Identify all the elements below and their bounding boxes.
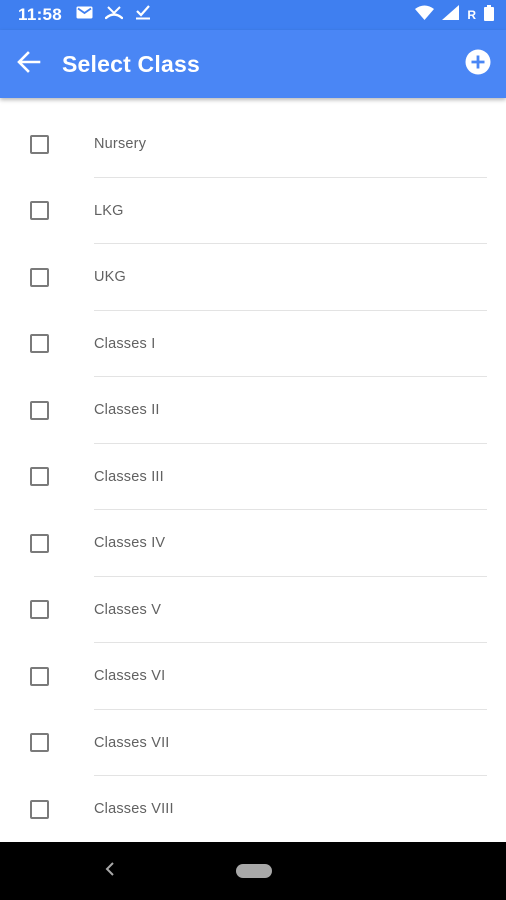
list-item[interactable]: Classes V bbox=[0, 577, 506, 643]
class-label: Classes II bbox=[94, 402, 160, 419]
list-item[interactable]: Nursery bbox=[0, 111, 506, 178]
class-checkbox[interactable] bbox=[30, 533, 49, 553]
signal-icon bbox=[442, 5, 460, 25]
class-label: Nursery bbox=[94, 136, 147, 153]
class-checkbox[interactable] bbox=[30, 134, 49, 154]
app-bar: Select Class bbox=[0, 30, 506, 98]
list-item[interactable]: Classes IV bbox=[0, 510, 506, 577]
class-label: UKG bbox=[94, 269, 127, 286]
class-label: Classes VIII bbox=[94, 801, 174, 818]
class-checkbox[interactable] bbox=[30, 733, 49, 753]
class-checkbox[interactable] bbox=[30, 334, 49, 354]
class-label: Classes III bbox=[94, 468, 164, 485]
arrow-back-icon bbox=[17, 50, 41, 78]
system-nav-bar bbox=[0, 842, 506, 900]
list-item[interactable]: Classes VI bbox=[0, 643, 506, 710]
class-list: Nursery LKG UKG Classes I Classes II Cla… bbox=[0, 98, 506, 842]
list-item[interactable]: LKG bbox=[0, 178, 506, 244]
class-checkbox[interactable] bbox=[30, 600, 49, 620]
class-checkbox[interactable] bbox=[30, 267, 49, 287]
class-checkbox[interactable] bbox=[30, 467, 49, 487]
class-label: LKG bbox=[94, 202, 124, 219]
class-label: Classes VII bbox=[94, 734, 170, 751]
download-done-icon bbox=[135, 5, 151, 25]
status-bar: 11:58 R bbox=[0, 0, 506, 30]
nav-home-pill-icon[interactable] bbox=[236, 864, 272, 878]
nav-back-chevron-icon bbox=[105, 861, 115, 881]
list-item[interactable]: Classes III bbox=[0, 444, 506, 510]
back-button[interactable] bbox=[4, 36, 54, 92]
status-time: 11:58 bbox=[18, 5, 63, 24]
notification-icons bbox=[76, 5, 151, 25]
list-item[interactable]: Classes VII bbox=[0, 710, 506, 776]
add-circle-icon bbox=[465, 49, 491, 80]
missed-call-icon bbox=[104, 5, 124, 25]
class-checkbox[interactable] bbox=[30, 799, 49, 819]
list-item[interactable]: Classes I bbox=[0, 311, 506, 377]
add-class-button[interactable] bbox=[460, 46, 496, 82]
class-label: Classes VI bbox=[94, 668, 166, 685]
roaming-indicator: R bbox=[467, 8, 476, 22]
nav-back-button[interactable] bbox=[100, 859, 120, 883]
gmail-icon bbox=[76, 6, 93, 24]
class-checkbox[interactable] bbox=[30, 666, 49, 686]
class-label: Classes IV bbox=[94, 535, 166, 552]
list-item[interactable]: Classes II bbox=[0, 377, 506, 444]
class-label: Classes I bbox=[94, 335, 156, 352]
list-item[interactable]: UKG bbox=[0, 244, 506, 311]
battery-icon bbox=[484, 4, 494, 26]
list-item[interactable]: Classes VIII bbox=[0, 776, 506, 842]
class-checkbox[interactable] bbox=[30, 201, 49, 221]
wifi-icon bbox=[415, 5, 435, 25]
class-checkbox[interactable] bbox=[30, 400, 49, 420]
class-label: Classes V bbox=[94, 601, 162, 618]
page-title: Select Class bbox=[62, 50, 200, 77]
system-icons: R bbox=[415, 4, 494, 26]
